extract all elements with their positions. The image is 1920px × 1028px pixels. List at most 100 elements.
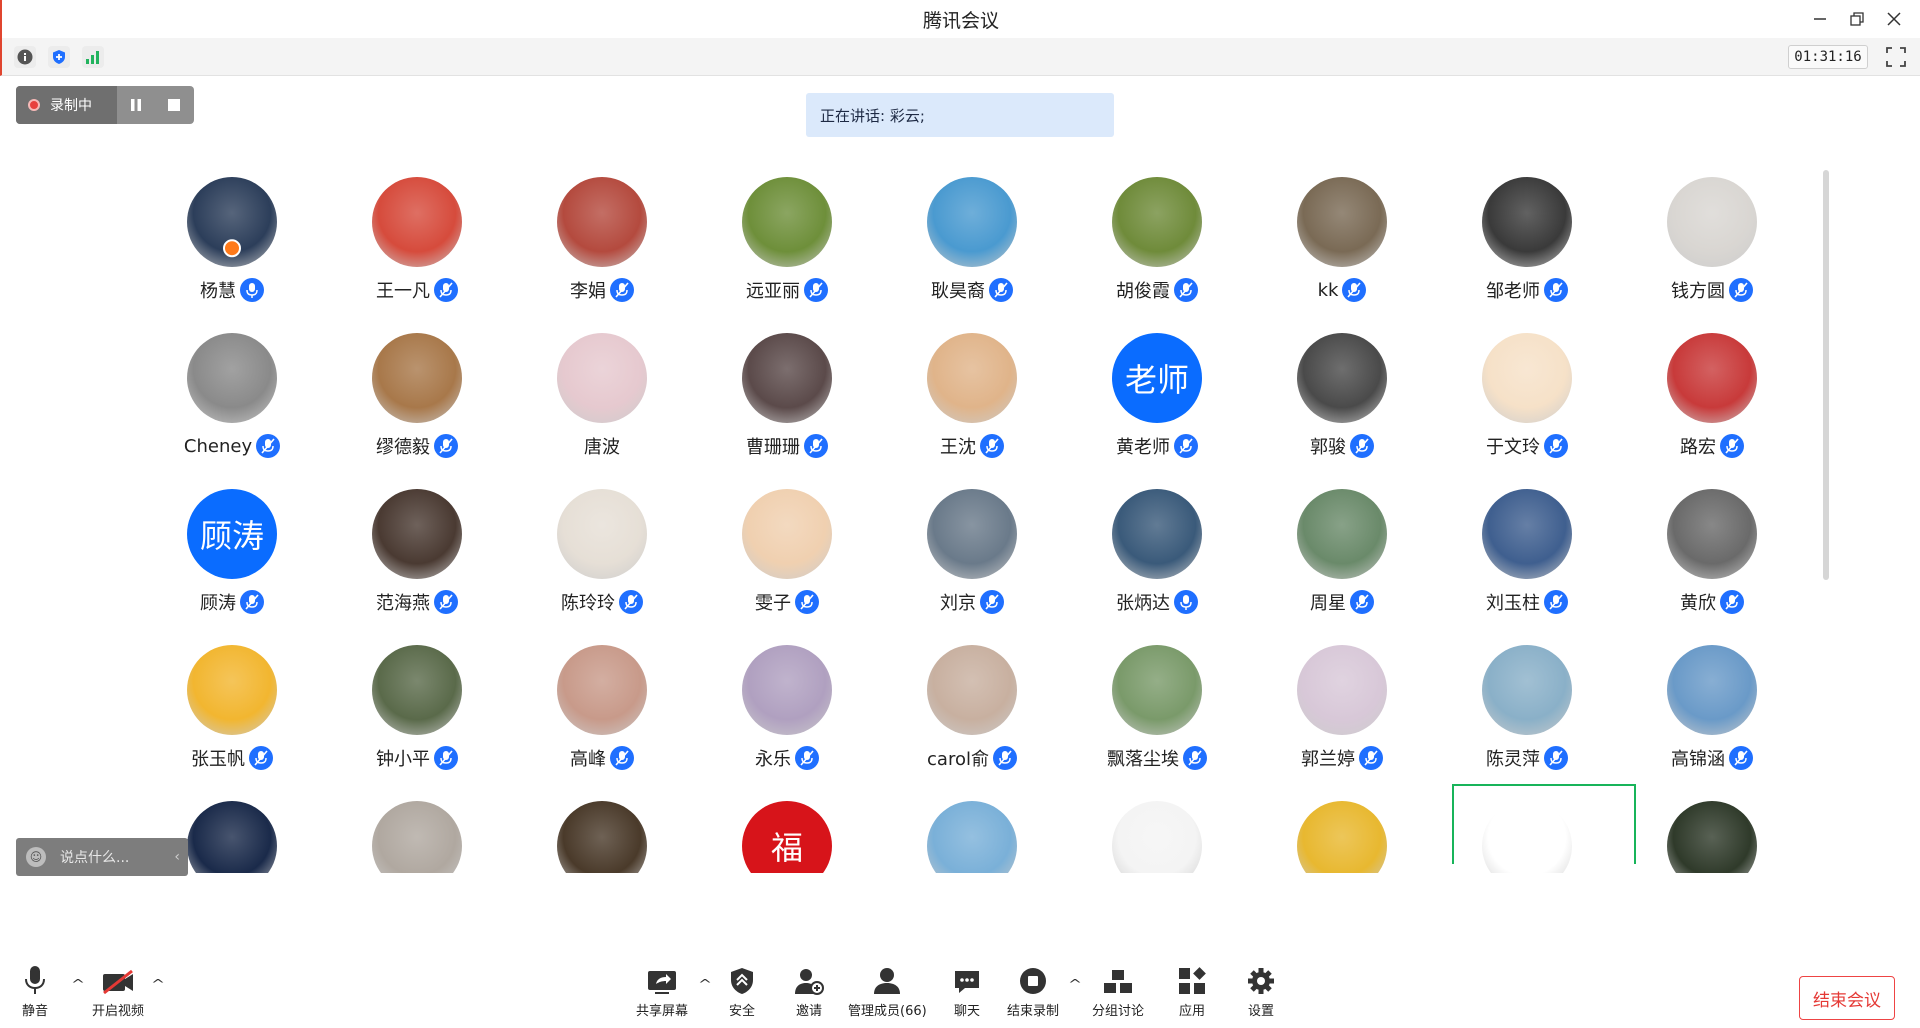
- avatar[interactable]: [557, 489, 647, 579]
- avatar[interactable]: [927, 489, 1017, 579]
- security-button[interactable]: 安全: [729, 960, 755, 1019]
- avatar[interactable]: [742, 333, 832, 423]
- participant-tile[interactable]: 陈灵萍: [1435, 628, 1619, 784]
- avatar[interactable]: 顾涛: [187, 489, 277, 579]
- participant-tile[interactable]: 老师 黄老师: [1065, 316, 1249, 472]
- fullscreen-button[interactable]: [1885, 46, 1907, 68]
- participant-tile[interactable]: [1065, 784, 1249, 873]
- participant-tile[interactable]: 耿昊裔: [880, 160, 1064, 316]
- participant-tile[interactable]: 黄欣: [1620, 472, 1780, 628]
- participant-tile[interactable]: 曹珊珊: [695, 316, 879, 472]
- meeting-info-button[interactable]: [14, 46, 36, 68]
- participant-tile[interactable]: 张炳达: [1065, 472, 1249, 628]
- security-status-button[interactable]: [48, 46, 70, 68]
- mute-button[interactable]: 静音: [22, 960, 48, 1019]
- participant-tile[interactable]: 飘落尘埃: [1065, 628, 1249, 784]
- restore-button[interactable]: [1838, 0, 1875, 38]
- avatar[interactable]: [927, 333, 1017, 423]
- avatar[interactable]: [927, 645, 1017, 735]
- participant-tile[interactable]: 胡俊霞: [1065, 160, 1249, 316]
- avatar[interactable]: [1297, 489, 1387, 579]
- share-screen-button[interactable]: 共享屏幕: [636, 960, 688, 1019]
- video-options-chevron-icon[interactable]: ^: [151, 977, 165, 991]
- participant-tile[interactable]: 福: [695, 784, 879, 873]
- manage-members-button[interactable]: 管理成员(66): [848, 960, 927, 1019]
- close-button[interactable]: [1875, 0, 1912, 38]
- participant-tile[interactable]: 于文玲: [1435, 316, 1619, 472]
- end-recording-button[interactable]: 结束录制: [1007, 960, 1059, 1019]
- participant-tile[interactable]: 顾涛 顾涛: [140, 472, 324, 628]
- breakout-rooms-button[interactable]: 分组讨论: [1092, 960, 1144, 1019]
- avatar[interactable]: [557, 801, 647, 873]
- end-meeting-button[interactable]: 结束会议: [1799, 976, 1895, 1020]
- participant-tile[interactable]: 路宏: [1620, 316, 1780, 472]
- participant-tile[interactable]: Cheney: [140, 316, 324, 472]
- avatar[interactable]: [742, 489, 832, 579]
- avatar[interactable]: [742, 177, 832, 267]
- avatar[interactable]: [742, 645, 832, 735]
- participant-tile[interactable]: [510, 784, 694, 873]
- participant-tile[interactable]: 唐波: [510, 316, 694, 472]
- avatar[interactable]: [1297, 801, 1387, 873]
- avatar[interactable]: [372, 177, 462, 267]
- stop-recording-button[interactable]: [155, 86, 193, 124]
- avatar[interactable]: [1667, 489, 1757, 579]
- participant-tile[interactable]: 远亚丽: [695, 160, 879, 316]
- participant-tile[interactable]: 雯子: [695, 472, 879, 628]
- invite-button[interactable]: 邀请: [794, 960, 824, 1019]
- avatar[interactable]: [372, 645, 462, 735]
- avatar[interactable]: [187, 801, 277, 873]
- network-status-button[interactable]: [82, 46, 104, 68]
- participant-tile[interactable]: carol俞: [880, 628, 1064, 784]
- avatar[interactable]: [187, 333, 277, 423]
- participant-tile[interactable]: kk: [1250, 160, 1434, 316]
- start-video-button[interactable]: 开启视频: [92, 960, 144, 1019]
- settings-button[interactable]: 设置: [1247, 960, 1275, 1019]
- participant-tile[interactable]: 缪德毅: [325, 316, 509, 472]
- participant-tile[interactable]: 郭骏: [1250, 316, 1434, 472]
- chat-input[interactable]: ☺ 说点什么... ‹: [16, 838, 188, 876]
- avatar[interactable]: [1112, 489, 1202, 579]
- emoji-icon[interactable]: ☺: [26, 847, 46, 867]
- avatar[interactable]: [1482, 489, 1572, 579]
- avatar[interactable]: [1297, 333, 1387, 423]
- participant-tile[interactable]: 陈玲玲: [510, 472, 694, 628]
- chat-button[interactable]: 聊天: [953, 960, 981, 1019]
- avatar[interactable]: [187, 645, 277, 735]
- avatar[interactable]: [557, 177, 647, 267]
- minimize-button[interactable]: [1801, 0, 1838, 38]
- participant-tile[interactable]: 杨慧: [140, 160, 324, 316]
- gallery-scrollbar[interactable]: [1823, 170, 1829, 580]
- avatar[interactable]: [927, 177, 1017, 267]
- participant-tile[interactable]: 周星: [1250, 472, 1434, 628]
- audio-options-chevron-icon[interactable]: ^: [71, 977, 85, 991]
- participant-tile[interactable]: [880, 784, 1064, 873]
- record-options-chevron-icon[interactable]: ^: [1068, 977, 1082, 991]
- chat-collapse-icon[interactable]: ‹: [174, 849, 180, 865]
- avatar[interactable]: [1667, 333, 1757, 423]
- avatar[interactable]: [1667, 645, 1757, 735]
- avatar[interactable]: [372, 489, 462, 579]
- participant-tile[interactable]: 高峰: [510, 628, 694, 784]
- share-options-chevron-icon[interactable]: ^: [698, 977, 712, 991]
- avatar[interactable]: [1667, 177, 1757, 267]
- participant-tile[interactable]: 范海燕: [325, 472, 509, 628]
- participant-tile[interactable]: 永乐: [695, 628, 879, 784]
- avatar[interactable]: [1667, 801, 1757, 873]
- participant-tile[interactable]: 高锦涵: [1620, 628, 1780, 784]
- avatar[interactable]: [927, 801, 1017, 873]
- participant-tile[interactable]: 刘京: [880, 472, 1064, 628]
- avatar[interactable]: [1482, 645, 1572, 735]
- avatar[interactable]: [1482, 333, 1572, 423]
- participant-tile[interactable]: 王一凡: [325, 160, 509, 316]
- avatar[interactable]: [372, 333, 462, 423]
- participant-tile[interactable]: 钟小平: [325, 628, 509, 784]
- participant-tile[interactable]: [325, 784, 509, 873]
- participant-tile[interactable]: [1435, 784, 1636, 873]
- participant-tile[interactable]: 李娟: [510, 160, 694, 316]
- avatar[interactable]: 老师: [1112, 333, 1202, 423]
- participant-tile[interactable]: 钱方圆: [1620, 160, 1780, 316]
- avatar[interactable]: [372, 801, 462, 873]
- avatar[interactable]: [1112, 177, 1202, 267]
- participant-tile[interactable]: 邹老师: [1435, 160, 1619, 316]
